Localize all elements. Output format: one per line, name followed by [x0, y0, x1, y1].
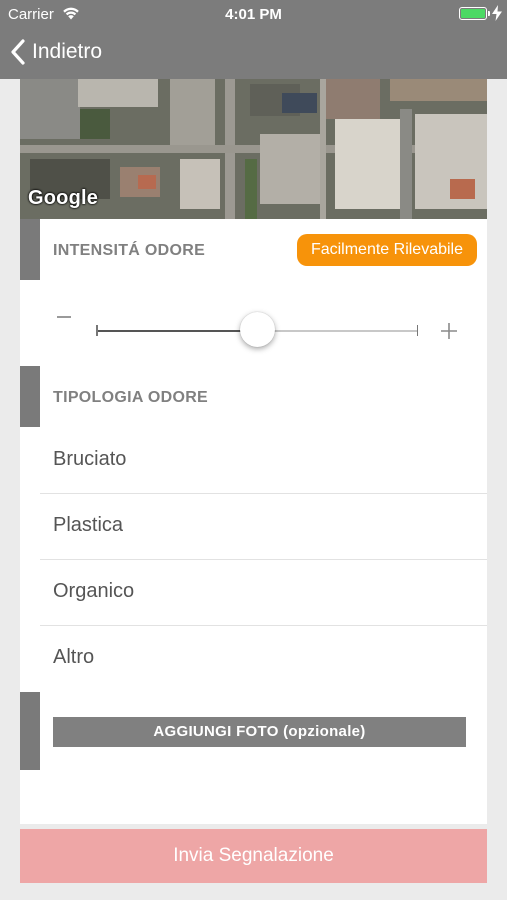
section-accent-bar [20, 366, 40, 427]
minus-icon[interactable] [57, 316, 71, 318]
list-item-label: Bruciato [53, 448, 127, 470]
odor-type-label: TIPOLOGIA ODORE [53, 389, 209, 406]
intensity-badge: Facilmente Rilevabile [296, 234, 477, 266]
intensity-slider-thumb[interactable] [239, 312, 275, 347]
intensity-slider-fill [96, 330, 257, 332]
section-accent-bar [20, 692, 40, 770]
submit-report-button[interactable]: Invia Segnalazione [20, 829, 487, 883]
google-attribution: Google [28, 187, 99, 209]
odor-option-altro[interactable]: Altro [40, 626, 487, 692]
slider-max-tick [416, 325, 418, 336]
charging-bolt-icon [492, 5, 502, 21]
chevron-left-icon [11, 39, 25, 65]
report-form: Google INTENSITÁ ODORE Facilmente Rileva… [20, 79, 487, 824]
list-item-label: Organico [53, 580, 135, 602]
add-photo-button[interactable]: AGGIUNGI FOTO (opzionale) [53, 717, 466, 747]
map-view[interactable]: Google [20, 79, 487, 219]
navigation-bar: Carrier 4:01 PM Indietro [0, 0, 507, 79]
battery-icon [459, 7, 487, 20]
back-label: Indietro [32, 40, 103, 63]
back-button[interactable]: Indietro [10, 38, 102, 66]
plus-icon[interactable] [441, 323, 457, 339]
odor-option-organico[interactable]: Organico [40, 560, 487, 626]
intensity-label: INTENSITÁ ODORE [53, 242, 206, 259]
clock: 4:01 PM [225, 6, 282, 23]
list-item-label: Plastica [53, 514, 124, 536]
battery-level [461, 9, 485, 18]
status-bar: Carrier 4:01 PM [0, 0, 507, 28]
battery-tip [488, 11, 490, 16]
odor-option-plastica[interactable]: Plastica [40, 494, 487, 560]
list-item-label: Altro [53, 646, 95, 668]
slider-min-tick [96, 325, 98, 336]
odor-option-bruciato[interactable]: Bruciato [40, 428, 487, 494]
section-accent-bar [20, 219, 40, 280]
